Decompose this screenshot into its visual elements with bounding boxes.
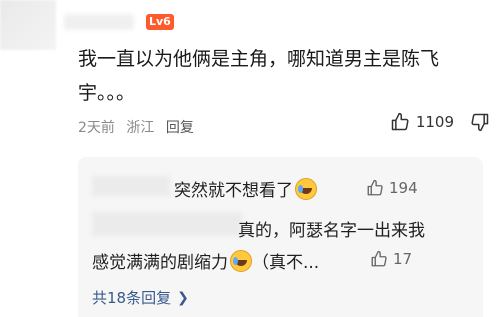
like-button[interactable]: 1109: [390, 112, 454, 132]
comment-actions: 1109: [390, 112, 490, 132]
reply-like-button[interactable]: 17: [370, 250, 412, 268]
reply-like-count: 194: [389, 179, 418, 197]
dislike-button[interactable]: [470, 112, 490, 132]
reply-username-blurred[interactable]: [92, 212, 242, 236]
reply-like-count: 17: [393, 250, 413, 268]
avatar[interactable]: [0, 0, 56, 50]
view-more-replies-link[interactable]: 共18条回复 ❯: [92, 287, 189, 308]
like-count: 1109: [415, 113, 454, 131]
thumbs-down-icon: [471, 113, 489, 132]
reply-text: 突然就不想看了: [174, 176, 317, 201]
reply-username-blurred[interactable]: [92, 176, 170, 196]
chevron-right-icon: ❯: [177, 289, 189, 306]
reply-button[interactable]: 回复: [166, 120, 194, 136]
level-badge: Lv6: [146, 14, 174, 30]
username-blurred[interactable]: [64, 14, 134, 30]
thumbs-up-icon: [391, 112, 409, 131]
crying-laughing-emoji-icon: [295, 178, 317, 200]
thumbs-up-icon: [371, 250, 387, 267]
reply-text: 真的，阿瑟名字一出来我: [238, 221, 425, 241]
reply-text-continued: 感觉满满的剧缩力 （真不...: [92, 248, 319, 273]
comment-meta: 2天前 浙江 回复: [78, 117, 201, 137]
reply-like-button[interactable]: 194: [366, 179, 418, 197]
crying-laughing-emoji-icon: [230, 250, 252, 272]
thumbs-up-icon: [367, 179, 383, 196]
comment-location: 浙江: [126, 120, 155, 136]
comment-time: 2天前: [78, 120, 115, 136]
comment-text: 我一直以为他俩是主角，哪知道男主是陈飞宇。。。: [78, 48, 440, 104]
